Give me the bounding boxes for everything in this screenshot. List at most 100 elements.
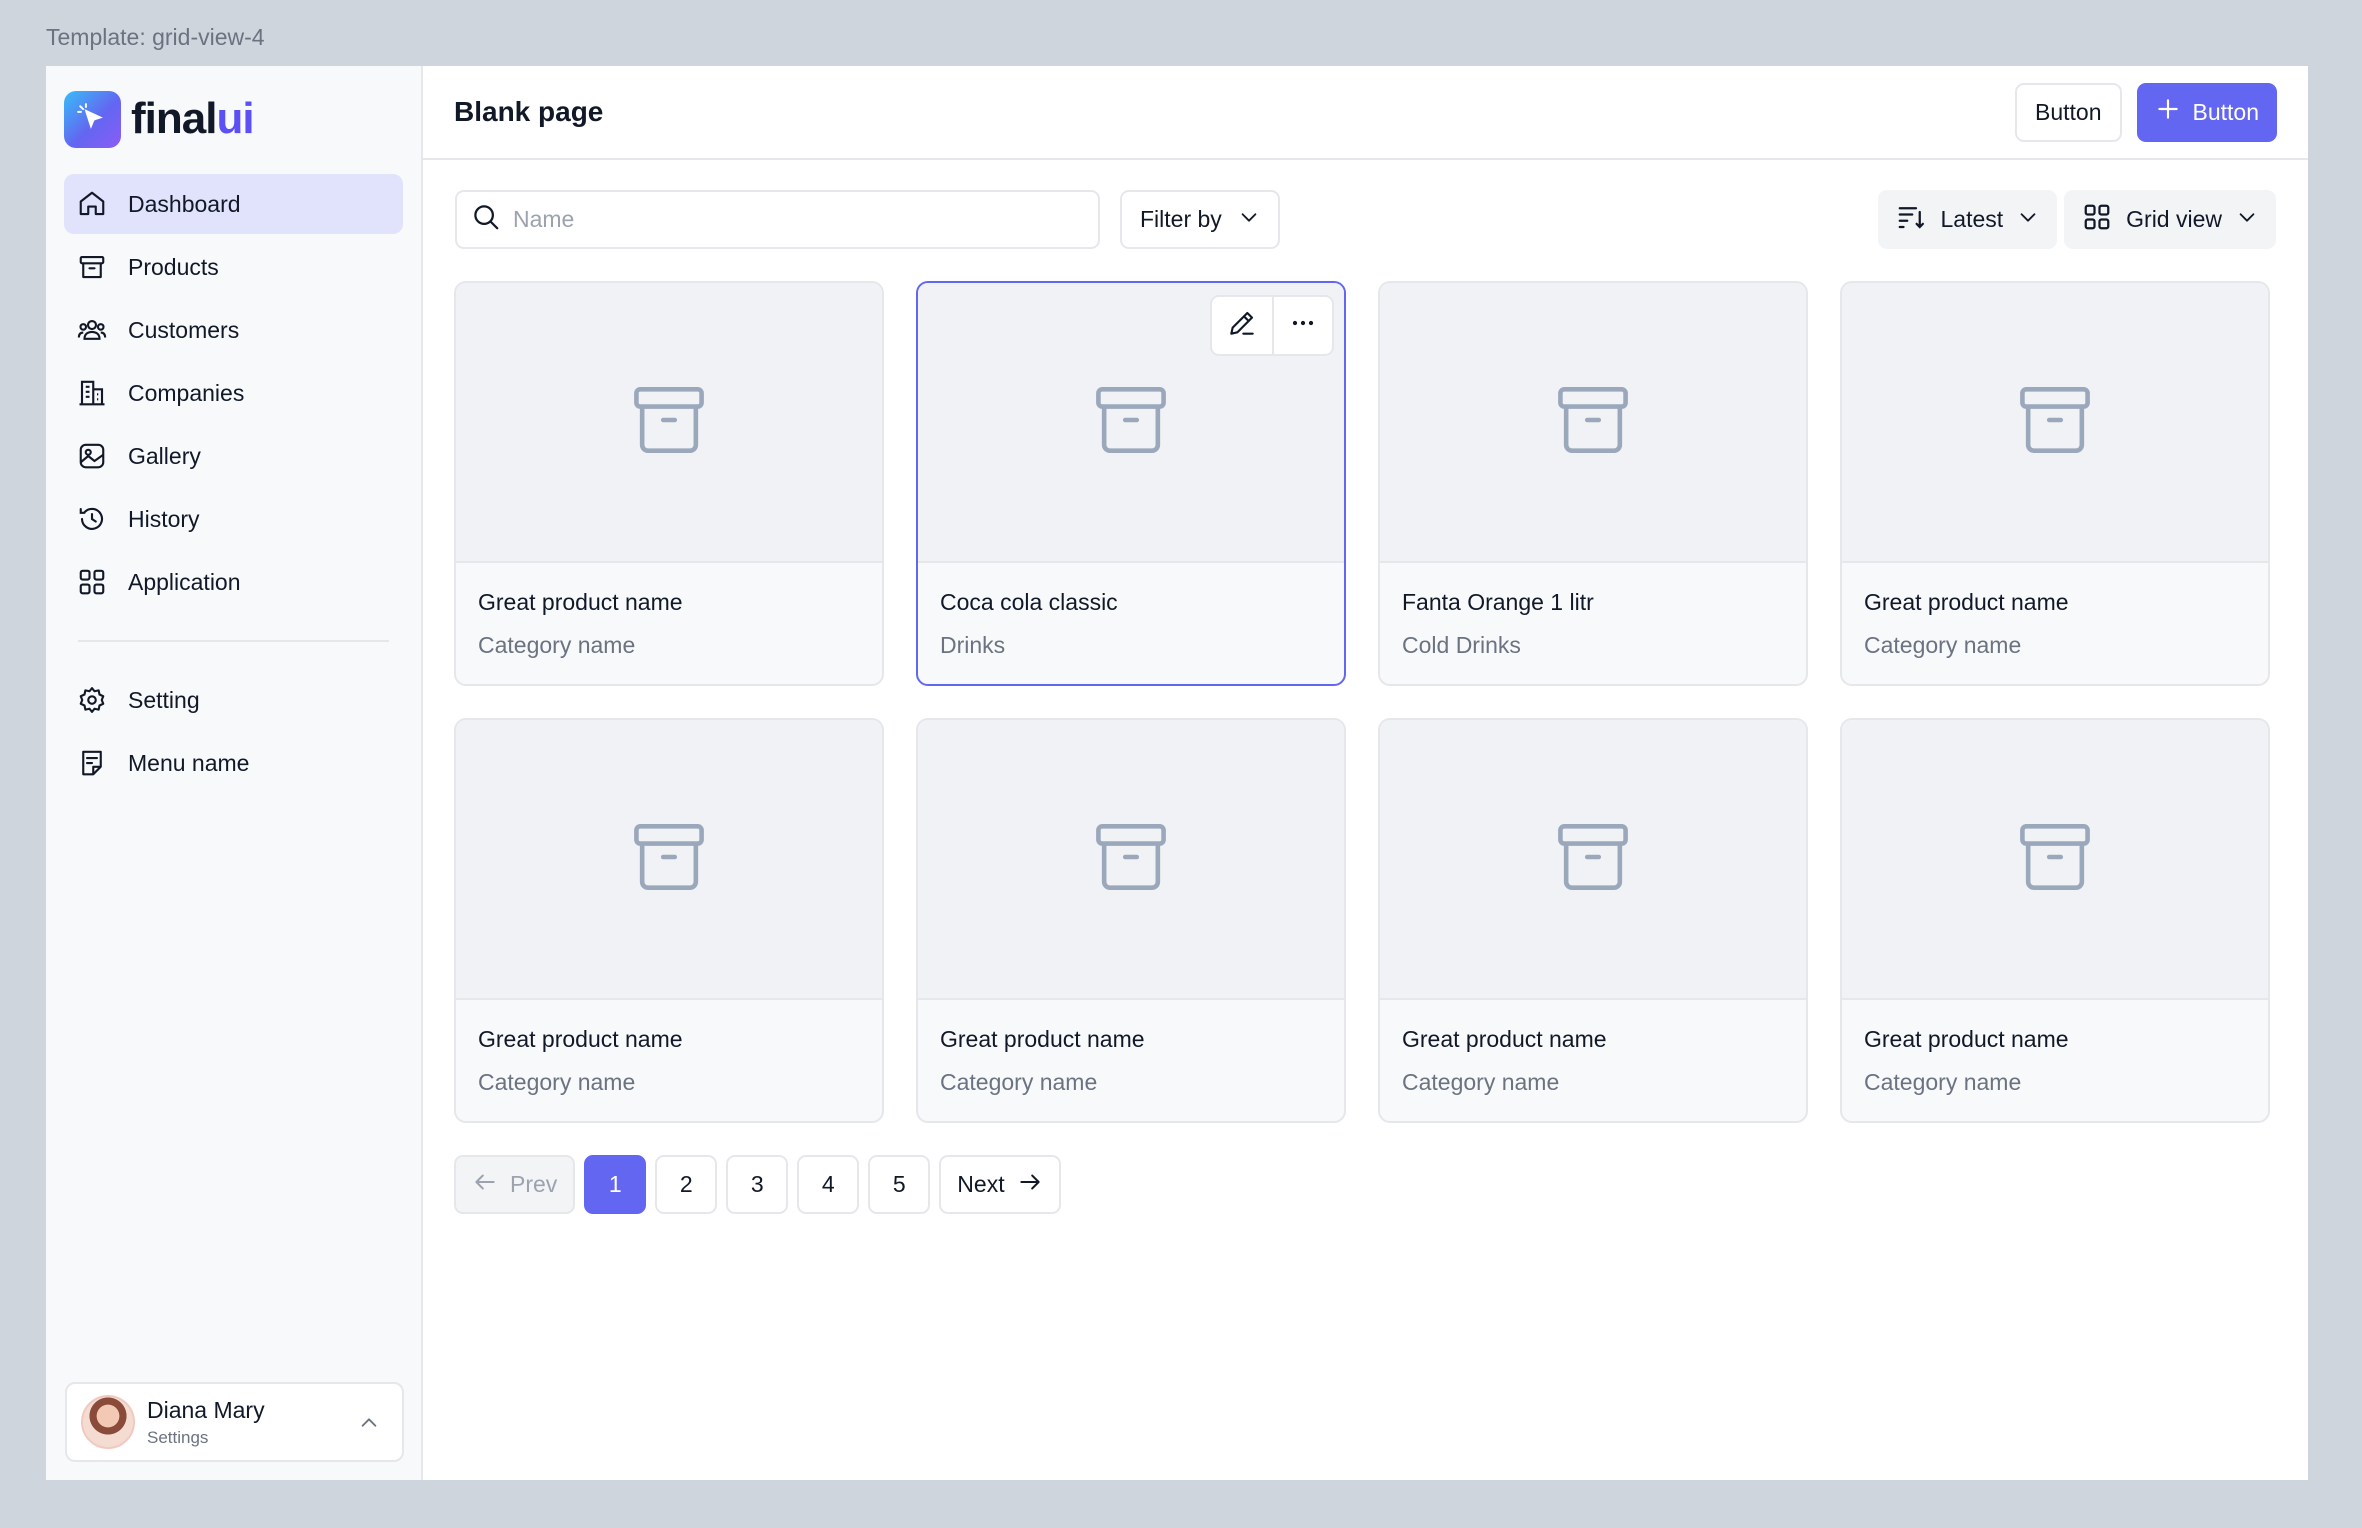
- arrow-left-icon: [472, 1169, 498, 1201]
- product-category: Category name: [1402, 1069, 1560, 1095]
- next-label: Next: [957, 1171, 1005, 1197]
- archive-icon: [1085, 374, 1177, 471]
- product-card[interactable]: Great product name Category name: [1840, 281, 2270, 686]
- chevron-down-icon: [2017, 206, 2039, 234]
- page-button-5[interactable]: 5: [868, 1155, 931, 1214]
- product-category: Drinks: [940, 632, 1006, 658]
- product-category: Category name: [478, 632, 636, 658]
- product-name: Great product name: [478, 589, 683, 615]
- sidebar-item-companies[interactable]: Companies: [64, 363, 403, 423]
- view-label: Grid view: [2126, 206, 2222, 232]
- product-card[interactable]: Fanta Orange 1 litr Cold Drinks: [1378, 281, 1808, 686]
- sort-icon: [1896, 202, 1926, 238]
- search-box[interactable]: [455, 190, 1100, 249]
- product-card[interactable]: Great product name Category name: [916, 718, 1346, 1123]
- search-input[interactable]: [513, 206, 1073, 233]
- profile-subtitle: Settings: [147, 1427, 209, 1447]
- toolbar: Filter by Latest: [423, 190, 2308, 249]
- product-image-placeholder: [1380, 283, 1806, 563]
- archive-icon: [76, 251, 108, 283]
- filter-label: Filter by: [1140, 206, 1222, 232]
- product-image-placeholder: [1842, 720, 2268, 1000]
- sidebar-item-setting[interactable]: Setting: [64, 670, 403, 730]
- chevron-down-icon: [1238, 206, 1260, 234]
- page-button-4[interactable]: 4: [797, 1155, 860, 1214]
- brand-name: finalui: [131, 94, 255, 143]
- product-card[interactable]: Great product name Category name: [454, 718, 884, 1123]
- primary-button-label: Button: [2192, 98, 2260, 125]
- secondary-button[interactable]: Button: [2015, 82, 2122, 142]
- sort-dropdown[interactable]: Latest: [1878, 190, 2058, 249]
- page-button-1[interactable]: 1: [584, 1155, 647, 1214]
- page-title: Blank page: [454, 96, 604, 127]
- product-image-placeholder: [918, 720, 1344, 1000]
- chevron-up-icon: [358, 1412, 380, 1439]
- pagination: Prev 1 2 3 4 5 Next: [423, 1155, 2308, 1214]
- product-category: Category name: [1864, 1069, 2022, 1095]
- sidebar-item-label: Products: [128, 253, 219, 280]
- sidebar-item-history[interactable]: History: [64, 489, 403, 549]
- sidebar-item-label: Companies: [128, 379, 245, 406]
- prev-label: Prev: [510, 1171, 558, 1197]
- archive-icon: [623, 811, 715, 908]
- more-horizontal-icon: [1287, 307, 1319, 344]
- product-card[interactable]: Great product name Category name: [454, 281, 884, 686]
- archive-icon: [623, 374, 715, 471]
- edit-button[interactable]: [1212, 297, 1272, 354]
- product-name: Great product name: [1864, 1026, 2069, 1052]
- card-action-group: [1210, 295, 1334, 356]
- sidebar-item-label: Application: [128, 568, 241, 595]
- sidebar-item-application[interactable]: Application: [64, 552, 403, 612]
- sidebar-item-label: Dashboard: [128, 190, 241, 217]
- pencil-icon: [1226, 307, 1258, 344]
- sidebar-item-label: History: [128, 505, 200, 532]
- product-image-placeholder: [1842, 283, 2268, 563]
- filter-dropdown[interactable]: Filter by: [1120, 190, 1280, 249]
- product-card[interactable]: Great product name Category name: [1378, 718, 1808, 1123]
- sidebar-item-customers[interactable]: Customers: [64, 300, 403, 360]
- product-name: Great product name: [478, 1026, 683, 1052]
- page-button-3[interactable]: 3: [726, 1155, 789, 1214]
- product-card[interactable]: Great product name Category name: [1840, 718, 2270, 1123]
- product-name: Great product name: [940, 1026, 1145, 1052]
- sidebar-divider: [78, 640, 389, 642]
- product-category: Category name: [1864, 632, 2022, 658]
- app-window: finalui Dashboard Products Customers Com…: [46, 66, 2308, 1480]
- cursor-logo-icon: [64, 90, 121, 148]
- gear-icon: [76, 684, 108, 716]
- sidebar-item-menu-name[interactable]: Menu name: [64, 733, 403, 793]
- next-page-button[interactable]: Next: [939, 1155, 1061, 1214]
- product-image-placeholder: [456, 720, 882, 1000]
- avatar: [81, 1395, 135, 1449]
- archive-icon: [1547, 374, 1639, 471]
- page-button-2[interactable]: 2: [655, 1155, 718, 1214]
- sidebar-item-label: Menu name: [128, 749, 250, 776]
- brand-logo[interactable]: finalui: [64, 86, 403, 152]
- sort-label: Latest: [1940, 206, 2004, 232]
- page-header: Blank page Button Button: [423, 66, 2308, 160]
- product-card-selected[interactable]: Coca cola classic Drinks: [916, 281, 1346, 686]
- archive-icon: [2009, 374, 2101, 471]
- view-dropdown[interactable]: Grid view: [2064, 190, 2276, 249]
- primary-add-button[interactable]: Button: [2136, 82, 2277, 142]
- prev-page-button[interactable]: Prev: [454, 1155, 576, 1214]
- sidebar-item-gallery[interactable]: Gallery: [64, 426, 403, 486]
- main-content: Blank page Button Button Filter by: [423, 66, 2308, 1480]
- archive-icon: [1085, 811, 1177, 908]
- sidebar-item-dashboard[interactable]: Dashboard: [64, 174, 403, 234]
- search-icon: [471, 202, 501, 237]
- sidebar-item-label: Customers: [128, 316, 240, 343]
- product-name: Coca cola classic: [940, 589, 1118, 615]
- image-icon: [76, 440, 108, 472]
- users-icon: [76, 314, 108, 346]
- more-options-button[interactable]: [1272, 297, 1332, 354]
- profile-name: Diana Mary: [147, 1396, 265, 1423]
- sidebar: finalui Dashboard Products Customers Com…: [46, 66, 423, 1480]
- product-category: Category name: [478, 1069, 636, 1095]
- sidebar-nav: Dashboard Products Customers Companies G…: [64, 174, 403, 793]
- sidebar-item-label: Gallery: [128, 442, 201, 469]
- chevron-down-icon: [2236, 206, 2258, 234]
- home-icon: [76, 188, 108, 220]
- sidebar-item-products[interactable]: Products: [64, 237, 403, 297]
- user-profile-menu[interactable]: Diana Mary Settings: [65, 1382, 404, 1462]
